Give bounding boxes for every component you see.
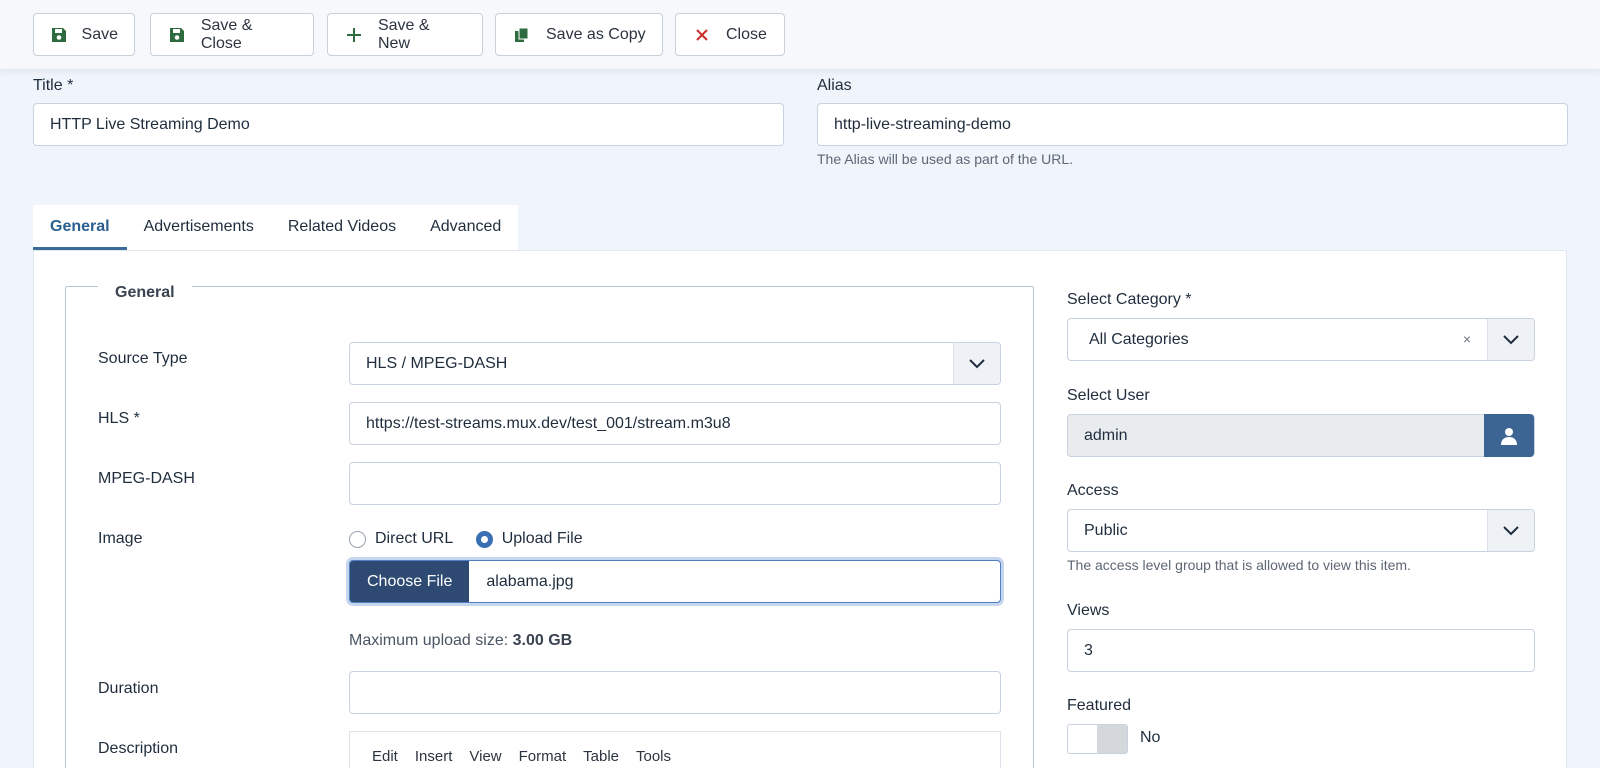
editor-menu-edit[interactable]: Edit (372, 748, 398, 765)
close-icon (692, 25, 712, 45)
access-help: The access level group that is allowed t… (1067, 557, 1411, 573)
alias-input[interactable]: http-live-streaming-demo (817, 103, 1568, 146)
user-icon (1501, 427, 1517, 445)
floppy-disk-icon (167, 25, 187, 45)
alias-value: http-live-streaming-demo (834, 115, 1011, 133)
toolbar: Save Save & Close Save & New Save as Cop… (0, 0, 1600, 70)
floppy-disk-icon (50, 25, 68, 45)
source-type-select[interactable]: HLS / MPEG-DASH (349, 342, 1001, 385)
choose-file-button[interactable]: Choose File (350, 561, 470, 602)
access-label: Access (1067, 482, 1119, 499)
source-type-label: Source Type (98, 350, 188, 367)
tab-advanced[interactable]: Advanced (413, 205, 518, 250)
radio-off-icon (349, 530, 366, 548)
category-select[interactable]: All Categories × (1067, 318, 1535, 361)
description-label: Description (98, 740, 179, 757)
alias-label: Alias (817, 77, 852, 94)
featured-value: No (1140, 729, 1161, 746)
category-value: All Categories (1089, 330, 1189, 348)
access-select[interactable]: Public (1067, 509, 1535, 552)
editor-menu-view[interactable]: View (469, 748, 501, 765)
duration-input[interactable] (349, 671, 1001, 714)
file-upload-input[interactable]: Choose File alabama.jpg (349, 560, 1001, 603)
save-close-label: Save & Close (200, 16, 253, 52)
save-label: Save (81, 25, 118, 43)
file-name: alabama.jpg (486, 572, 574, 590)
editor-menubar: Edit Insert View Format Table Tools (349, 731, 1001, 768)
title-value: HTTP Live Streaming Demo (50, 115, 250, 133)
image-label: Image (98, 530, 143, 547)
general-legend: General (98, 284, 192, 302)
editor-menu-table[interactable]: Table (583, 748, 619, 765)
editor-menu-insert[interactable]: Insert (415, 748, 453, 765)
tab-general[interactable]: General (33, 205, 127, 250)
select-user-button[interactable] (1484, 414, 1534, 457)
tab-bar: General Advertisements Related Videos Ad… (33, 205, 519, 250)
duration-label: Duration (98, 680, 159, 697)
chevron-down-icon (1487, 319, 1534, 360)
save-close-button[interactable]: Save & Close (150, 13, 314, 56)
hls-input[interactable]: https://test-streams.mux.dev/test_001/st… (349, 402, 1001, 445)
save-copy-button[interactable]: Save as Copy (495, 13, 663, 56)
chevron-down-icon (1487, 510, 1534, 551)
radio-direct-url[interactable]: Direct URL (349, 530, 453, 548)
close-button[interactable]: Close (675, 13, 785, 56)
clear-icon[interactable]: × (1463, 331, 1471, 347)
category-label: Select Category * (1067, 291, 1192, 308)
save-copy-label: Save as Copy (546, 25, 646, 43)
alias-help: The Alias will be used as part of the UR… (817, 151, 1074, 167)
max-upload-size: Maximum upload size: 3.00 GB (349, 632, 572, 650)
chevron-down-icon (953, 343, 1000, 384)
save-new-button[interactable]: Save & New (327, 13, 483, 56)
editor-menu-format[interactable]: Format (519, 748, 567, 765)
access-value: Public (1084, 521, 1128, 539)
max-upload-prefix: Maximum upload size: (349, 632, 509, 649)
user-value: admin (1084, 426, 1128, 444)
hls-value: https://test-streams.mux.dev/test_001/st… (366, 414, 731, 432)
featured-label: Featured (1067, 697, 1132, 714)
editor-menu-tools[interactable]: Tools (636, 748, 671, 765)
radio-upload-file-label: Upload File (501, 530, 583, 547)
views-value: 3 (1084, 641, 1093, 659)
plus-icon (344, 25, 364, 45)
copy-icon (512, 25, 532, 45)
radio-upload-file[interactable]: Upload File (475, 530, 583, 548)
views-input[interactable]: 3 (1067, 629, 1535, 672)
title-label: Title * (33, 77, 74, 94)
save-new-label: Save & New (377, 16, 430, 52)
image-source-radios: Direct URL Upload File (349, 530, 601, 553)
title-input[interactable]: HTTP Live Streaming Demo (33, 103, 784, 146)
max-upload-value: 3.00 GB (512, 632, 573, 649)
mpeg-dash-input[interactable] (349, 462, 1001, 505)
tab-related-videos[interactable]: Related Videos (271, 205, 413, 250)
user-label: Select User (1067, 387, 1150, 404)
tab-advertisements[interactable]: Advertisements (127, 205, 271, 250)
featured-toggle[interactable] (1067, 724, 1128, 754)
radio-on-icon (475, 530, 493, 548)
source-type-value: HLS / MPEG-DASH (366, 354, 508, 372)
hls-label: HLS * (98, 410, 140, 427)
radio-direct-url-label: Direct URL (375, 530, 454, 547)
user-input[interactable]: admin (1067, 414, 1535, 457)
toggle-knob (1097, 725, 1127, 753)
views-label: Views (1067, 602, 1110, 619)
mpeg-dash-label: MPEG-DASH (98, 470, 195, 487)
save-button[interactable]: Save (33, 13, 135, 56)
close-label: Close (726, 25, 767, 43)
